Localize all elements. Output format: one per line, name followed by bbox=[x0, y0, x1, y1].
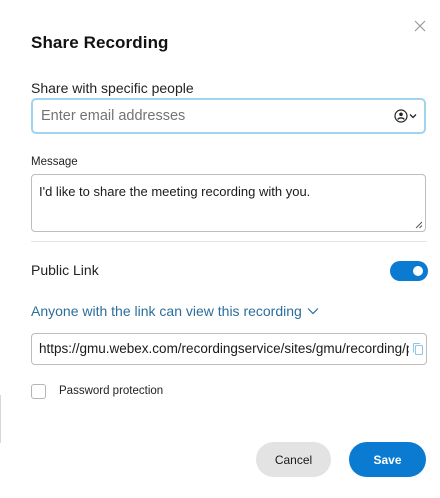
public-link-url[interactable]: https://gmu.webex.com/recordingservice/s… bbox=[39, 341, 409, 356]
message-text[interactable]: I'd like to share the meeting recording … bbox=[39, 184, 310, 199]
public-link-toggle[interactable] bbox=[390, 261, 428, 281]
cancel-button[interactable]: Cancel bbox=[256, 442, 331, 477]
copy-icon[interactable] bbox=[412, 342, 424, 356]
window-edge bbox=[0, 395, 1, 443]
chevron-down-icon[interactable] bbox=[409, 113, 417, 119]
link-access-text: Anyone with the link can view this recor… bbox=[31, 303, 302, 319]
share-recording-dialog: Share Recording Share with specific peop… bbox=[0, 0, 440, 498]
email-field-container[interactable] bbox=[31, 98, 426, 134]
message-textarea[interactable]: I'd like to share the meeting recording … bbox=[31, 174, 426, 232]
email-input[interactable] bbox=[41, 105, 381, 127]
password-protection-checkbox[interactable] bbox=[31, 384, 46, 399]
chevron-down-icon bbox=[307, 308, 319, 315]
section-divider bbox=[31, 241, 427, 242]
password-protection-label: Password protection bbox=[59, 385, 164, 397]
close-icon[interactable] bbox=[412, 18, 428, 34]
share-with-label: Share with specific people bbox=[31, 80, 194, 96]
link-access-dropdown[interactable]: Anyone with the link can view this recor… bbox=[31, 303, 319, 319]
dialog-title: Share Recording bbox=[31, 33, 169, 52]
people-picker-icon[interactable] bbox=[394, 109, 408, 123]
message-label: Message bbox=[31, 156, 78, 168]
resize-handle-icon[interactable] bbox=[414, 220, 423, 229]
toggle-knob bbox=[413, 266, 423, 276]
public-link-url-field[interactable]: https://gmu.webex.com/recordingservice/s… bbox=[31, 333, 427, 365]
save-button[interactable]: Save bbox=[349, 442, 426, 477]
public-link-label: Public Link bbox=[31, 262, 99, 278]
